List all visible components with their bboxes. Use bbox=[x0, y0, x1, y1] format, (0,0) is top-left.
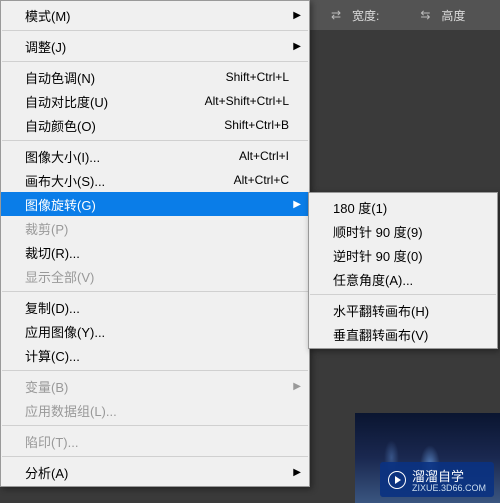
menu-item-label: 变量(B) bbox=[25, 377, 289, 396]
image-menu-item[interactable]: 应用图像(Y)... bbox=[1, 319, 309, 343]
image-rotation-submenu: 180 度(1) 顺时针 90 度(9) 逆时针 90 度(0) 任意角度(A)...… bbox=[308, 192, 498, 349]
menu-item-label: 复制(D)... bbox=[25, 298, 289, 317]
submenu-arrow-icon: ▶ bbox=[293, 467, 301, 478]
menu-item-label: 逆时针 90 度(0) bbox=[333, 246, 477, 265]
image-menu-item[interactable]: 调整(J) ▶ bbox=[1, 34, 309, 58]
menu-item-shortcut: Alt+Ctrl+C bbox=[234, 173, 289, 187]
rotation-submenu-separator bbox=[310, 294, 496, 295]
image-menu-item: 应用数据组(L)... bbox=[1, 398, 309, 422]
menu-item-label: 模式(M) bbox=[25, 6, 289, 25]
menu-item-label: 计算(C)... bbox=[25, 346, 289, 365]
image-menu-item: 显示全部(V) bbox=[1, 264, 309, 288]
watermark-sub: ZIXUE.3D66.COM bbox=[412, 483, 486, 493]
image-menu-separator bbox=[2, 291, 308, 292]
rotation-submenu-item[interactable]: 逆时针 90 度(0) bbox=[309, 243, 497, 267]
image-menu-separator bbox=[2, 61, 308, 62]
watermark-main: 溜溜自学 bbox=[412, 469, 464, 484]
image-menu-item[interactable]: 模式(M) ▶ bbox=[1, 3, 309, 27]
menu-item-label: 自动对比度(U) bbox=[25, 92, 205, 111]
link-icon[interactable]: ⇆ bbox=[415, 5, 435, 25]
image-menu-separator bbox=[2, 425, 308, 426]
menu-item-label: 任意角度(A)... bbox=[333, 270, 477, 289]
image-menu-separator bbox=[2, 456, 308, 457]
image-menu-item[interactable]: 图像旋转(G) ▶ bbox=[1, 192, 309, 216]
menu-item-shortcut: Shift+Ctrl+B bbox=[224, 118, 289, 132]
image-menu-item[interactable]: 自动对比度(U)Alt+Shift+Ctrl+L bbox=[1, 89, 309, 113]
menu-item-label: 自动颜色(O) bbox=[25, 116, 224, 135]
menu-item-label: 裁切(R)... bbox=[25, 243, 289, 262]
rotation-submenu-item[interactable]: 水平翻转画布(H) bbox=[309, 298, 497, 322]
image-menu-item[interactable]: 复制(D)... bbox=[1, 295, 309, 319]
submenu-arrow-icon: ▶ bbox=[293, 199, 301, 210]
menu-item-label: 应用数据组(L)... bbox=[25, 401, 289, 420]
menu-item-label: 裁剪(P) bbox=[25, 219, 289, 238]
image-menu-item[interactable]: 自动颜色(O)Shift+Ctrl+B bbox=[1, 113, 309, 137]
menu-item-label: 显示全部(V) bbox=[25, 267, 289, 286]
width-label: 宽度: bbox=[352, 7, 379, 24]
menu-item-label: 自动色调(N) bbox=[25, 68, 226, 87]
menu-item-label: 水平翻转画布(H) bbox=[333, 301, 477, 320]
menu-item-label: 垂直翻转画布(V) bbox=[333, 325, 477, 344]
image-menu-separator bbox=[2, 370, 308, 371]
height-label: 高度 bbox=[441, 7, 465, 24]
submenu-arrow-icon: ▶ bbox=[293, 381, 301, 392]
image-menu-item[interactable]: 裁切(R)... bbox=[1, 240, 309, 264]
menu-item-label: 图像旋转(G) bbox=[25, 195, 289, 214]
menu-item-label: 画布大小(S)... bbox=[25, 171, 234, 190]
menu-item-shortcut: Alt+Ctrl+I bbox=[239, 149, 289, 163]
menu-item-label: 分析(A) bbox=[25, 463, 289, 482]
image-menu-item: 变量(B) ▶ bbox=[1, 374, 309, 398]
submenu-arrow-icon: ▶ bbox=[293, 41, 301, 52]
menu-item-shortcut: Alt+Shift+Ctrl+L bbox=[205, 94, 289, 108]
menu-item-label: 应用图像(Y)... bbox=[25, 322, 289, 341]
menu-item-shortcut: Shift+Ctrl+L bbox=[226, 70, 289, 84]
rotation-submenu-item[interactable]: 顺时针 90 度(9) bbox=[309, 219, 497, 243]
swap-icon[interactable]: ⇄ bbox=[326, 5, 346, 25]
menu-item-label: 顺时针 90 度(9) bbox=[333, 222, 477, 241]
image-menu-item[interactable]: 自动色调(N)Shift+Ctrl+L bbox=[1, 65, 309, 89]
play-icon bbox=[388, 471, 406, 489]
menu-item-label: 调整(J) bbox=[25, 37, 289, 56]
image-menu-item[interactable]: 图像大小(I)...Alt+Ctrl+I bbox=[1, 144, 309, 168]
image-menu-item[interactable]: 分析(A) ▶ bbox=[1, 460, 309, 484]
image-menu-item[interactable]: 计算(C)... bbox=[1, 343, 309, 367]
watermark: 溜溜自学 ZIXUE.3D66.COM bbox=[380, 462, 494, 497]
rotation-submenu-item[interactable]: 垂直翻转画布(V) bbox=[309, 322, 497, 346]
rotation-submenu-item[interactable]: 180 度(1) bbox=[309, 195, 497, 219]
image-menu-item[interactable]: 画布大小(S)...Alt+Ctrl+C bbox=[1, 168, 309, 192]
menu-item-label: 图像大小(I)... bbox=[25, 147, 239, 166]
image-menu-separator bbox=[2, 140, 308, 141]
menu-item-label: 陷印(T)... bbox=[25, 432, 289, 451]
image-menu-item: 裁剪(P) bbox=[1, 216, 309, 240]
menu-item-label: 180 度(1) bbox=[333, 198, 477, 217]
image-menu-item: 陷印(T)... bbox=[1, 429, 309, 453]
submenu-arrow-icon: ▶ bbox=[293, 10, 301, 21]
image-menu: 模式(M)▶调整(J)▶自动色调(N)Shift+Ctrl+L自动对比度(U)A… bbox=[0, 0, 310, 487]
rotation-submenu-item[interactable]: 任意角度(A)... bbox=[309, 267, 497, 291]
image-menu-separator bbox=[2, 30, 308, 31]
